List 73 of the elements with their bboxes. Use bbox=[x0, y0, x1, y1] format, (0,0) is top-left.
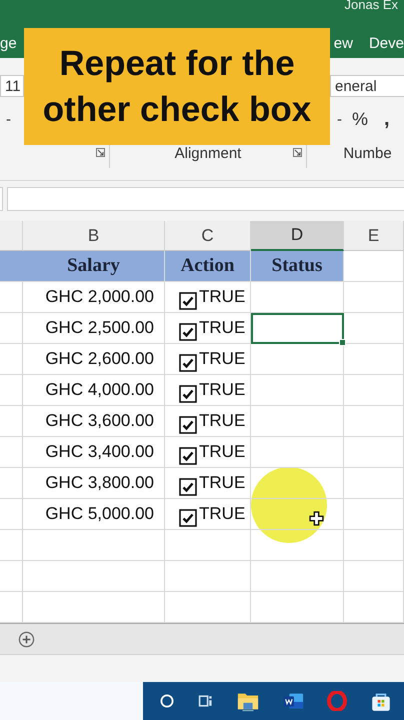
font-size-field[interactable]: 11 bbox=[0, 75, 24, 97]
row-header bbox=[0, 251, 23, 282]
column-header[interactable]: C bbox=[165, 221, 251, 251]
checkbox[interactable] bbox=[179, 292, 197, 310]
row-header bbox=[0, 468, 23, 499]
checkbox[interactable] bbox=[179, 354, 197, 372]
salary-cell: GHC 2,600.00 bbox=[23, 344, 165, 375]
row-header bbox=[0, 344, 23, 375]
cursor-icon bbox=[309, 511, 324, 526]
table-cell bbox=[344, 406, 404, 437]
header-cell: Action bbox=[165, 251, 251, 282]
table-cell bbox=[344, 561, 404, 592]
ribbon-tab[interactable]: ge bbox=[0, 34, 17, 52]
checkbox[interactable] bbox=[179, 323, 197, 341]
ribbon-tab[interactable]: Deve bbox=[368, 34, 404, 52]
dropdown-caret[interactable]: - bbox=[6, 110, 11, 128]
table-cell bbox=[344, 344, 404, 375]
header-cell: Salary bbox=[23, 251, 165, 282]
cell-value: TRUE bbox=[199, 473, 246, 493]
cell-value: TRUE bbox=[199, 411, 246, 431]
ribbon-tab[interactable]: ew bbox=[334, 34, 353, 52]
row-header bbox=[0, 499, 23, 530]
table-cell bbox=[344, 282, 404, 313]
group-label: Alignment bbox=[174, 144, 242, 162]
salary-cell: GHC 2,000.00 bbox=[23, 282, 165, 313]
circle-icon[interactable] bbox=[158, 693, 175, 709]
checkbox[interactable] bbox=[179, 447, 197, 465]
row-header bbox=[0, 375, 23, 406]
percent-button[interactable]: % bbox=[352, 108, 368, 130]
table-cell bbox=[344, 313, 404, 344]
comma-button[interactable]: , bbox=[384, 108, 390, 130]
dialog-launcher-icon[interactable] bbox=[96, 148, 105, 157]
table-cell bbox=[344, 375, 404, 406]
header-cell: Status bbox=[251, 251, 344, 282]
salary-cell: GHC 2,500.00 bbox=[23, 313, 165, 344]
number-format-field[interactable]: eneral bbox=[330, 75, 404, 97]
table-cell bbox=[344, 468, 404, 499]
table-cell bbox=[344, 499, 404, 530]
row-header bbox=[0, 561, 23, 592]
dialog-launcher-icon[interactable] bbox=[293, 148, 302, 157]
checkbox[interactable] bbox=[179, 385, 197, 403]
row-header bbox=[0, 437, 23, 468]
salary-cell: GHC 3,600.00 bbox=[23, 406, 165, 437]
window-title: Jonas Ex bbox=[344, 0, 398, 11]
cell-value: TRUE bbox=[199, 442, 246, 462]
salary-cell: GHC 4,000.00 bbox=[23, 375, 165, 406]
column-header[interactable]: D bbox=[251, 221, 344, 251]
group-label: Numbe bbox=[343, 144, 392, 162]
table-cell bbox=[344, 437, 404, 468]
task-view-icon[interactable] bbox=[198, 693, 214, 709]
caption-text: Repeat for the other check box bbox=[42, 42, 312, 130]
add-sheet-icon[interactable] bbox=[18, 630, 35, 648]
table-cell bbox=[344, 530, 404, 561]
salary-cell: GHC 3,400.00 bbox=[23, 437, 165, 468]
cell-value: TRUE bbox=[199, 504, 246, 524]
dropdown-caret[interactable]: - bbox=[337, 110, 342, 128]
checkbox[interactable] bbox=[179, 509, 197, 527]
salary-cell: GHC 5,000.00 bbox=[23, 499, 165, 530]
cell-value: TRUE bbox=[199, 380, 246, 400]
status-cell[interactable] bbox=[251, 313, 344, 344]
cell-value: TRUE bbox=[199, 287, 246, 307]
checkbox[interactable] bbox=[179, 416, 197, 434]
row-header bbox=[0, 282, 23, 313]
checkbox[interactable] bbox=[179, 478, 197, 496]
cell-value: TRUE bbox=[199, 349, 246, 369]
row-header bbox=[0, 406, 23, 437]
table-cell bbox=[344, 251, 404, 282]
salary-cell: GHC 3,800.00 bbox=[23, 468, 165, 499]
column-header[interactable]: E bbox=[344, 221, 404, 251]
cell-value: TRUE bbox=[199, 318, 246, 338]
column-header[interactable]: B bbox=[23, 221, 165, 251]
row-header bbox=[0, 313, 23, 344]
row-header bbox=[0, 530, 23, 561]
